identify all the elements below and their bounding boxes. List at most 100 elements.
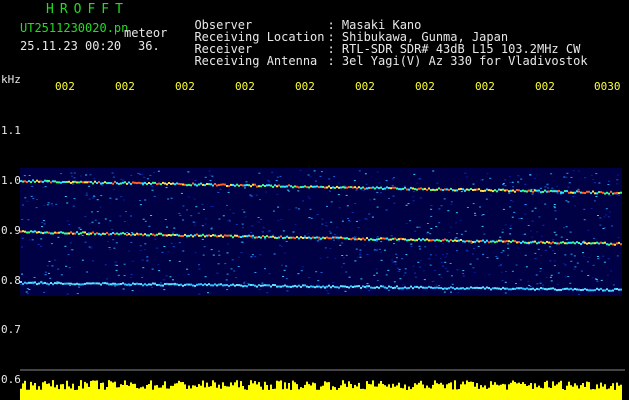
carrier-pixel — [130, 283, 132, 286]
noise-bar-column — [68, 386, 70, 400]
noise-bar-column — [436, 383, 438, 400]
noise-speck — [455, 250, 458, 252]
carrier-pixel — [598, 288, 600, 291]
carrier-pixel — [390, 286, 392, 289]
noise-speck — [51, 205, 54, 207]
noise-speck — [531, 193, 534, 195]
noise-speck — [307, 233, 310, 234]
carrier-pixel — [444, 238, 446, 241]
carrier-pixel — [414, 188, 416, 191]
carrier-pixel — [418, 286, 420, 289]
carrier-pixel — [524, 288, 526, 291]
carrier-pixel — [40, 231, 42, 234]
carrier-pixel — [72, 232, 74, 235]
carrier-pixel — [368, 186, 370, 189]
carrier-pixel — [498, 287, 500, 290]
noise-speck — [375, 268, 378, 270]
noise-bar-column — [522, 382, 524, 400]
noise-speck — [501, 280, 504, 281]
noise-speck — [204, 176, 207, 178]
noise-bar-column — [398, 382, 400, 400]
carrier-pixel — [288, 285, 290, 288]
carrier-pixel — [486, 286, 488, 289]
carrier-pixel — [230, 183, 232, 186]
noise-speck — [434, 270, 437, 271]
carrier-pixel — [398, 287, 400, 290]
noise-bar-column — [620, 384, 622, 400]
noise-bar-column — [494, 382, 496, 400]
noise-bar-column — [340, 385, 342, 400]
carrier-pixel — [170, 283, 172, 286]
carrier-pixel — [562, 191, 564, 194]
noise-bar-column — [78, 386, 80, 400]
noise-bar-column — [24, 380, 26, 400]
noise-speck — [574, 205, 576, 207]
carrier-pixel — [490, 240, 492, 243]
noise-speck — [525, 266, 528, 268]
noise-speck — [226, 289, 229, 291]
noise-bar-column — [210, 386, 212, 400]
carrier-pixel — [418, 237, 420, 240]
noise-speck — [339, 244, 342, 246]
carrier-pixel — [556, 190, 558, 193]
carrier-pixel — [482, 239, 484, 242]
carrier-pixel — [368, 238, 370, 241]
carrier-pixel — [436, 188, 438, 191]
noise-bar-column — [488, 387, 490, 400]
carrier-pixel — [438, 239, 440, 242]
noise-speck — [151, 268, 154, 270]
carrier-pixel — [314, 236, 316, 239]
noise-speck — [369, 199, 371, 201]
noise-speck — [43, 223, 46, 225]
noise-speck — [51, 265, 54, 267]
carrier-pixel — [600, 241, 602, 244]
noise-bar-column — [500, 384, 502, 400]
noise-speck — [430, 215, 433, 217]
noise-speck — [394, 263, 397, 265]
carrier-pixel — [588, 190, 590, 193]
carrier-pixel — [466, 188, 468, 191]
carrier-pixel — [356, 187, 358, 190]
noise-speck — [304, 235, 306, 237]
carrier-pixel — [204, 235, 206, 238]
noise-speck — [257, 217, 260, 218]
noise-speck — [444, 268, 447, 270]
carrier-pixel — [392, 287, 394, 289]
carrier-pixel — [278, 236, 280, 239]
noise-bar-column — [134, 383, 136, 400]
noise-speck — [422, 270, 425, 272]
noise-speck — [254, 272, 257, 273]
carrier-pixel — [236, 234, 238, 237]
noise-speck — [260, 218, 263, 220]
carrier-pixel — [488, 241, 490, 244]
carrier-pixel — [582, 241, 584, 244]
noise-bar-column — [528, 385, 530, 400]
noise-speck — [486, 257, 489, 259]
carrier-pixel — [52, 180, 54, 183]
noise-bar-column — [518, 382, 520, 400]
carrier-pixel — [452, 286, 454, 289]
carrier-pixel — [392, 237, 394, 240]
noise-bar-column — [584, 387, 586, 400]
noise-speck — [47, 202, 50, 204]
noise-speck — [299, 170, 302, 172]
carrier-pixel — [360, 238, 362, 241]
carrier-pixel — [36, 179, 38, 182]
noise-speck — [403, 274, 406, 276]
carrier-pixel — [226, 284, 228, 286]
noise-speck — [198, 268, 201, 270]
carrier-pixel — [620, 191, 622, 194]
noise-bar-column — [574, 383, 576, 400]
carrier-pixel — [276, 185, 278, 188]
noise-speck — [536, 231, 539, 233]
carrier-pixel — [218, 235, 220, 238]
noise-speck — [43, 291, 46, 293]
noise-bar-column — [512, 380, 514, 400]
carrier-pixel — [368, 285, 370, 288]
carrier-pixel — [298, 186, 300, 189]
noise-speck — [504, 185, 507, 187]
carrier-pixel — [408, 287, 410, 289]
noise-speck — [600, 279, 603, 281]
carrier-pixel — [574, 288, 576, 290]
noise-speck — [359, 252, 362, 254]
